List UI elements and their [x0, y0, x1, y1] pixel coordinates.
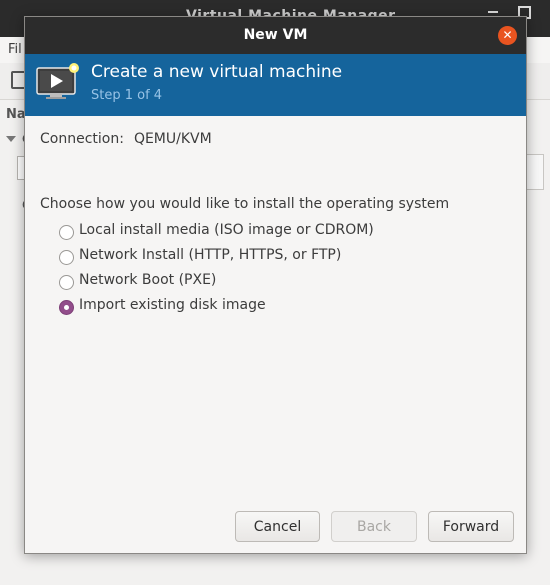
radio-button[interactable] [59, 225, 74, 240]
new-vm-dialog: New VM ✕ Create a new virtual machine St… [24, 16, 527, 554]
install-method-heading: Choose how you would like to install the… [40, 196, 450, 212]
wizard-step: Step 1 of 4 [91, 88, 163, 103]
close-icon: ✕ [502, 28, 513, 42]
dialog-titlebar: New VM ✕ [25, 17, 526, 54]
connection-row: Connection: QEMU/KVM [40, 131, 212, 147]
connection-value: QEMU/KVM [133, 131, 212, 147]
expander-arrow-icon[interactable] [6, 136, 16, 142]
cancel-button[interactable]: Cancel [235, 511, 320, 542]
radio-label[interactable]: Network Install (HTTP, HTTPS, or FTP) [79, 247, 341, 263]
radio-button[interactable] [59, 275, 74, 290]
background-name-header: Na [6, 107, 26, 122]
menu-file[interactable]: Fil [8, 42, 22, 57]
minimize-icon[interactable] [488, 11, 498, 13]
radio-label[interactable]: Network Boot (PXE) [79, 272, 216, 288]
forward-button[interactable]: Forward [428, 511, 514, 542]
dialog-content: Connection: QEMU/KVM Choose how you would… [25, 116, 526, 553]
radio-label[interactable]: Import existing disk image [79, 297, 266, 313]
connection-label: Connection: [40, 131, 124, 147]
radio-label[interactable]: Local install media (ISO image or CDROM) [79, 222, 374, 238]
radio-button-selected[interactable] [59, 300, 74, 315]
vm-monitor-icon [36, 63, 79, 99]
wizard-title: Create a new virtual machine [91, 62, 343, 82]
radio-button[interactable] [59, 250, 74, 265]
wizard-banner: Create a new virtual machine Step 1 of 4 [25, 54, 526, 116]
close-button[interactable]: ✕ [498, 26, 517, 45]
dialog-title: New VM [243, 27, 308, 43]
back-button[interactable]: Back [331, 511, 417, 542]
